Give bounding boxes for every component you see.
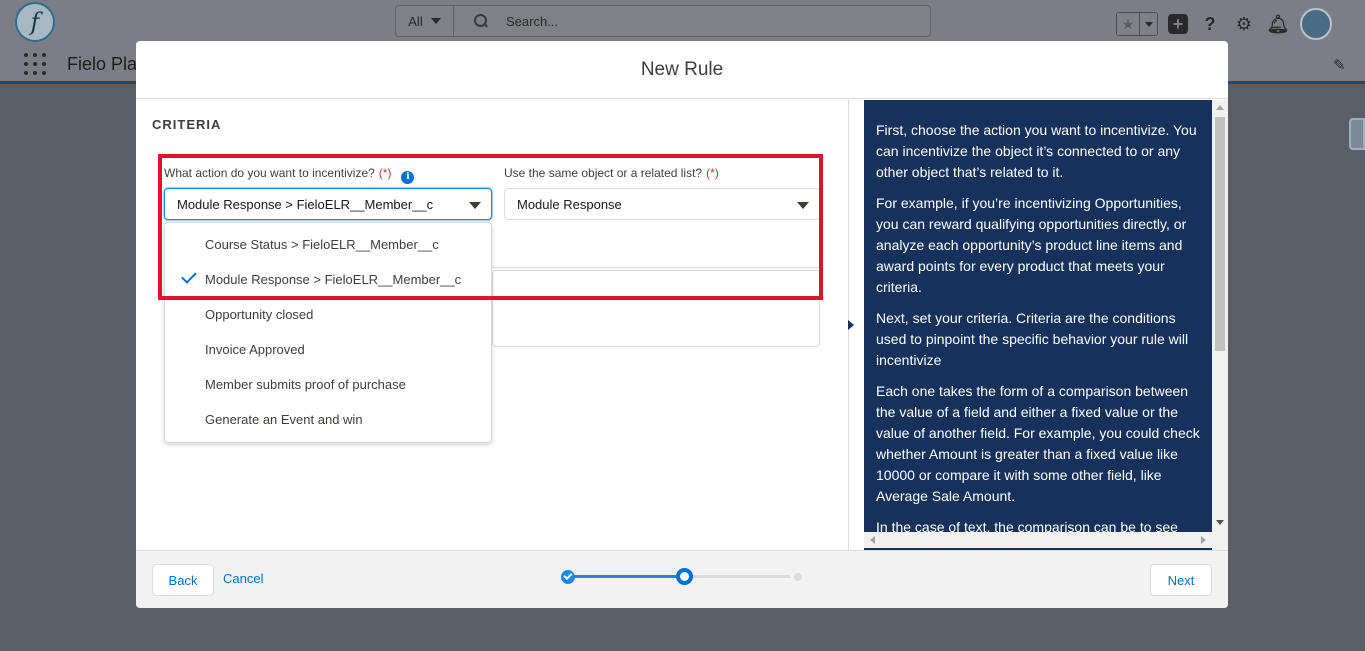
- app-logo[interactable]: f: [15, 2, 55, 42]
- action-dropdown-list: Course Status > FieloELR__Member__c Modu…: [164, 222, 492, 443]
- help-text-panel: First, choose the action you want to inc…: [864, 100, 1212, 550]
- info-icon[interactable]: i: [401, 171, 415, 184]
- dropdown-option-selected[interactable]: Module Response > FieloELR__Member__c: [165, 262, 491, 297]
- criteria-header-row: [492, 228, 820, 268]
- progress-fill: [568, 575, 679, 578]
- check-icon: [181, 268, 197, 284]
- global-search[interactable]: All: [395, 5, 931, 37]
- chevron-down-icon: [430, 18, 441, 24]
- dropdown-option[interactable]: Invoice Approved: [165, 332, 491, 367]
- next-button[interactable]: Next: [1150, 564, 1212, 596]
- chevron-right-icon[interactable]: [848, 320, 854, 330]
- search-scope-dropdown[interactable]: All: [396, 6, 454, 36]
- criteria-container: [492, 270, 820, 347]
- gear-icon[interactable]: ⚙: [1232, 12, 1256, 36]
- bell-icon[interactable]: 🔔︎: [1266, 12, 1290, 36]
- required-marker: (*): [378, 166, 392, 180]
- dropdown-option[interactable]: Opportunity closed: [165, 297, 491, 332]
- vertical-scrollbar[interactable]: [1212, 100, 1228, 550]
- help-paragraph: Next, set your criteria. Criteria are th…: [876, 310, 1189, 368]
- scrollbar-thumb[interactable]: [1215, 117, 1225, 351]
- avatar[interactable]: [1300, 8, 1332, 40]
- scroll-right-icon[interactable]: [1201, 536, 1206, 544]
- back-button[interactable]: Back: [152, 564, 214, 596]
- object-field-label: Use the same object or a related list? (*…: [504, 166, 719, 180]
- cancel-link[interactable]: Cancel: [223, 571, 263, 586]
- new-rule-modal: New Rule CRITERIA What action do you wan…: [136, 41, 1228, 608]
- dropdown-option[interactable]: Member submits proof of purchase: [165, 367, 491, 402]
- favorites-button[interactable]: ★: [1116, 12, 1158, 36]
- step-current-icon[interactable]: [676, 568, 693, 585]
- required-marker: (*): [706, 166, 719, 180]
- scroll-up-icon[interactable]: [1216, 105, 1224, 110]
- dropdown-option[interactable]: Course Status > FieloELR__Member__c: [165, 227, 491, 262]
- global-header: f All ★ + ? ⚙ 🔔︎: [0, 0, 1365, 42]
- utility-side-tab[interactable]: [1349, 118, 1365, 150]
- star-icon: ★: [1121, 16, 1135, 32]
- object-select[interactable]: Module Response: [504, 188, 820, 220]
- step-upcoming-icon[interactable]: [794, 573, 802, 581]
- section-title: CRITERIA: [152, 117, 222, 132]
- modal-title: New Rule: [136, 41, 1228, 99]
- chevron-down-icon: [797, 202, 809, 209]
- criteria-pane: CRITERIA What action do you want to ince…: [136, 100, 848, 550]
- help-paragraph: Each one takes the form of a comparison …: [876, 383, 1200, 504]
- horizontal-scrollbar[interactable]: [864, 532, 1212, 548]
- scroll-down-icon[interactable]: [1216, 520, 1224, 525]
- help-icon[interactable]: ?: [1198, 12, 1222, 36]
- chevron-down-icon: [469, 202, 481, 209]
- action-field-label: What action do you want to incentivize?(…: [164, 166, 415, 184]
- scroll-left-icon[interactable]: [870, 536, 875, 544]
- search-input[interactable]: [506, 13, 906, 29]
- search-icon: [474, 14, 488, 28]
- progress-indicator: [560, 567, 804, 587]
- help-paragraph: For example, if you’re incentivizing Opp…: [876, 195, 1187, 295]
- global-actions-icon[interactable]: +: [1168, 14, 1188, 34]
- modal-body: CRITERIA What action do you want to ince…: [136, 100, 1228, 550]
- header-utility-icons: ★ + ? ⚙ 🔔︎: [1116, 8, 1332, 40]
- chevron-down-icon[interactable]: [1139, 13, 1157, 35]
- app-launcher-icon[interactable]: [24, 53, 46, 75]
- step-complete-icon[interactable]: [561, 570, 575, 584]
- help-paragraph: First, choose the action you want to inc…: [876, 122, 1197, 180]
- action-select[interactable]: Module Response > FieloELR__Member__c: [164, 188, 492, 220]
- pencil-icon[interactable]: ✎: [1333, 56, 1346, 74]
- app-name: Fielo Pla: [67, 54, 138, 74]
- modal-footer: Back Cancel Next: [136, 550, 1228, 608]
- dropdown-option[interactable]: Generate an Event and win: [165, 402, 491, 437]
